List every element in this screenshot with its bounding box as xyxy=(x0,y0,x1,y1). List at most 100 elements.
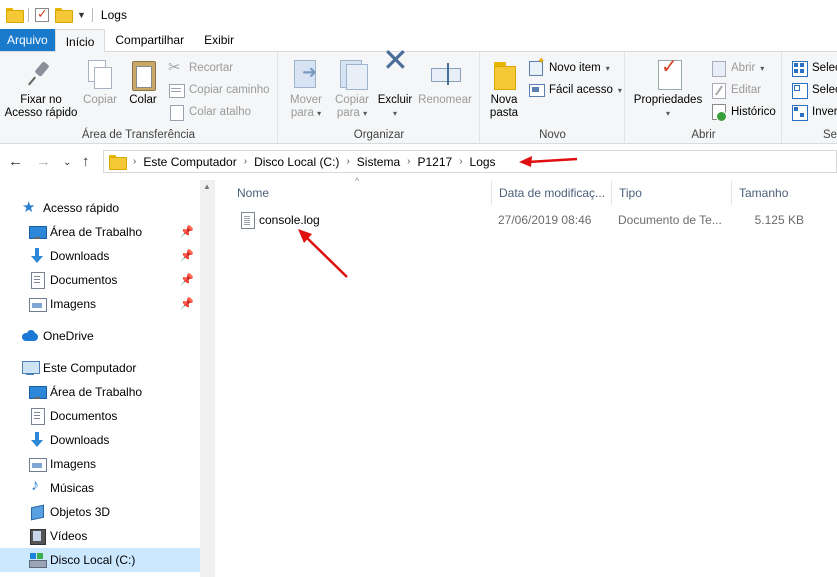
copy-path-button[interactable]: Copiar caminho xyxy=(168,80,270,100)
tab-inicio[interactable]: Início xyxy=(54,29,106,53)
nav-item-pc-3d-objects[interactable]: Objetos 3D xyxy=(0,500,200,524)
column-header-name[interactable]: Nome xyxy=(230,180,492,205)
tab-exibir[interactable]: Exibir xyxy=(194,29,244,51)
nav-item-onedrive[interactable]: OneDrive xyxy=(0,324,200,348)
nav-item-quick-access[interactable]: Acesso rápido xyxy=(0,196,200,220)
chevron-right-icon[interactable]: › xyxy=(405,156,412,167)
table-row[interactable]: console.log 27/06/2019 08:46 Documento d… xyxy=(215,209,837,231)
cloud-icon xyxy=(22,328,38,344)
clipboard-group-label: Área de Transferência xyxy=(81,129,196,141)
drive-icon xyxy=(29,552,47,568)
column-header-modified[interactable]: Data de modificaç... xyxy=(492,180,612,205)
scroll-up-icon[interactable]: ▲ xyxy=(203,182,211,191)
address-bar[interactable]: › Este Computador › Disco Local (C:) › S… xyxy=(103,150,837,173)
tab-compartilhar[interactable]: Compartilhar xyxy=(105,29,194,51)
open-button[interactable]: Abrir ▾ xyxy=(710,58,764,78)
navigation-row: ← → ⌄ ↑ › Este Computador › Disco Local … xyxy=(0,149,837,175)
nav-item-pc-music[interactable]: Músicas xyxy=(0,476,200,500)
delete-button[interactable]: Excluir ▾ xyxy=(375,54,415,120)
nav-item-qa-pictures[interactable]: Imagens 📌 xyxy=(0,292,200,316)
chevron-down-icon[interactable]: ▼ xyxy=(77,10,86,20)
copy-to-button[interactable]: Copiar para ▾ xyxy=(329,58,375,120)
forward-arrow-icon[interactable]: → xyxy=(36,153,51,170)
pin-quick-access-button[interactable]: Fixar no Acesso rápido xyxy=(4,58,78,120)
select-none-icon xyxy=(791,82,808,99)
cube-icon xyxy=(29,504,45,520)
properties-icon xyxy=(652,58,684,90)
new-folder-quick-icon[interactable] xyxy=(55,8,73,23)
cut-button[interactable]: Recortar xyxy=(168,58,233,78)
window-title: Logs xyxy=(100,7,127,22)
column-header-size[interactable]: Tamanho xyxy=(732,180,812,205)
chevron-down-icon: ▾ xyxy=(392,109,397,118)
copy-button[interactable]: Copiar xyxy=(80,58,120,107)
nav-item-this-pc[interactable]: Este Computador xyxy=(0,356,200,380)
nav-item-pc-downloads[interactable]: Downloads xyxy=(0,428,200,452)
pin-icon: 📌 xyxy=(180,298,194,310)
easy-access-button[interactable]: Fácil acesso ▾ xyxy=(528,80,622,100)
new-group-label: Novo xyxy=(539,129,566,141)
nav-item-qa-documents[interactable]: Documentos 📌 xyxy=(0,268,200,292)
properties-button[interactable]: Propriedades ▾ xyxy=(630,58,706,120)
nav-item-pc-pictures[interactable]: Imagens xyxy=(0,452,200,476)
file-name-cell[interactable]: console.log xyxy=(239,209,489,231)
separator xyxy=(91,7,93,22)
move-to-button[interactable]: Mover para ▾ xyxy=(283,58,329,120)
column-header-type[interactable]: Tipo xyxy=(612,180,732,205)
properties-quick-icon[interactable] xyxy=(35,6,49,22)
easy-access-icon xyxy=(528,82,545,98)
tab-arquivo[interactable]: Arquivo xyxy=(0,29,55,51)
select-group-label: Se xyxy=(823,129,837,141)
organize-group: Mover para ▾ Copiar para ▾ Excluir ▾ Ren… xyxy=(279,52,480,144)
pin-icon: 📌 xyxy=(180,274,194,286)
open-icon xyxy=(710,60,726,77)
desktop-icon xyxy=(29,224,47,240)
select-none-button[interactable]: Selec xyxy=(791,80,837,100)
chevron-right-icon[interactable]: › xyxy=(131,156,138,167)
open-group: Propriedades ▾ Abrir ▾ Editar Histórico … xyxy=(626,52,782,144)
shortcut-icon xyxy=(168,104,184,121)
select-all-button[interactable]: Selec xyxy=(791,58,837,78)
new-folder-button[interactable]: Nova pasta xyxy=(485,58,523,120)
back-arrow-icon[interactable]: ← xyxy=(8,153,23,170)
recent-locations-chevron-icon[interactable]: ⌄ xyxy=(63,157,71,168)
breadcrumb-sistema[interactable]: Sistema xyxy=(352,155,405,169)
chevron-down-icon: ▾ xyxy=(760,63,765,73)
up-arrow-icon[interactable]: ↑ xyxy=(82,153,90,170)
title-bar: ▼ Logs xyxy=(0,0,837,29)
breadcrumb-logs[interactable]: Logs xyxy=(465,155,501,169)
nav-item-local-disk[interactable]: Disco Local (C:) xyxy=(0,548,200,572)
ribbon-tabs: Arquivo Início Compartilhar Exibir xyxy=(0,29,837,53)
paste-shortcut-button[interactable]: Colar atalho xyxy=(168,102,251,122)
nav-item-qa-desktop[interactable]: Área de Trabalho 📌 xyxy=(0,220,200,244)
select-all-icon xyxy=(791,60,808,77)
breadcrumb-p1217[interactable]: P1217 xyxy=(412,155,457,169)
separator xyxy=(28,7,29,22)
nav-item-qa-downloads[interactable]: Downloads 📌 xyxy=(0,244,200,268)
edit-button[interactable]: Editar xyxy=(710,80,761,100)
nav-scrollbar[interactable]: ▲ xyxy=(200,180,215,577)
paste-button[interactable]: Colar xyxy=(124,58,162,107)
chevron-right-icon[interactable]: › xyxy=(457,156,464,167)
breadcrumb-disco-local[interactable]: Disco Local (C:) xyxy=(249,155,344,169)
rename-icon xyxy=(429,58,461,90)
nav-item-pc-documents[interactable]: Documentos xyxy=(0,404,200,428)
chevron-down-icon: ▾ xyxy=(605,63,610,73)
nav-item-pc-desktop[interactable]: Área de Trabalho xyxy=(0,380,200,404)
computer-icon xyxy=(22,360,40,376)
chevron-right-icon[interactable]: › xyxy=(242,156,249,167)
chevron-down-icon: ▾ xyxy=(665,109,670,118)
new-item-button[interactable]: Novo item ▾ xyxy=(528,56,610,78)
breadcrumb-este-computador[interactable]: Este Computador xyxy=(138,155,241,169)
delete-icon xyxy=(379,54,411,90)
clipboard-icon xyxy=(127,58,159,91)
folder-icon xyxy=(109,155,127,170)
invert-selection-button[interactable]: Inver xyxy=(791,102,837,122)
organize-group-label: Organizar xyxy=(353,129,405,141)
ribbon: Fixar no Acesso rápido Copiar Colar Reco… xyxy=(0,52,837,144)
chevron-right-icon[interactable]: › xyxy=(344,156,351,167)
nav-item-pc-videos[interactable]: Vídeos xyxy=(0,524,200,548)
rename-button[interactable]: Renomear xyxy=(415,58,475,107)
select-group: Selec Selec Inver Se xyxy=(783,52,837,144)
history-button[interactable]: Histórico xyxy=(710,102,776,122)
